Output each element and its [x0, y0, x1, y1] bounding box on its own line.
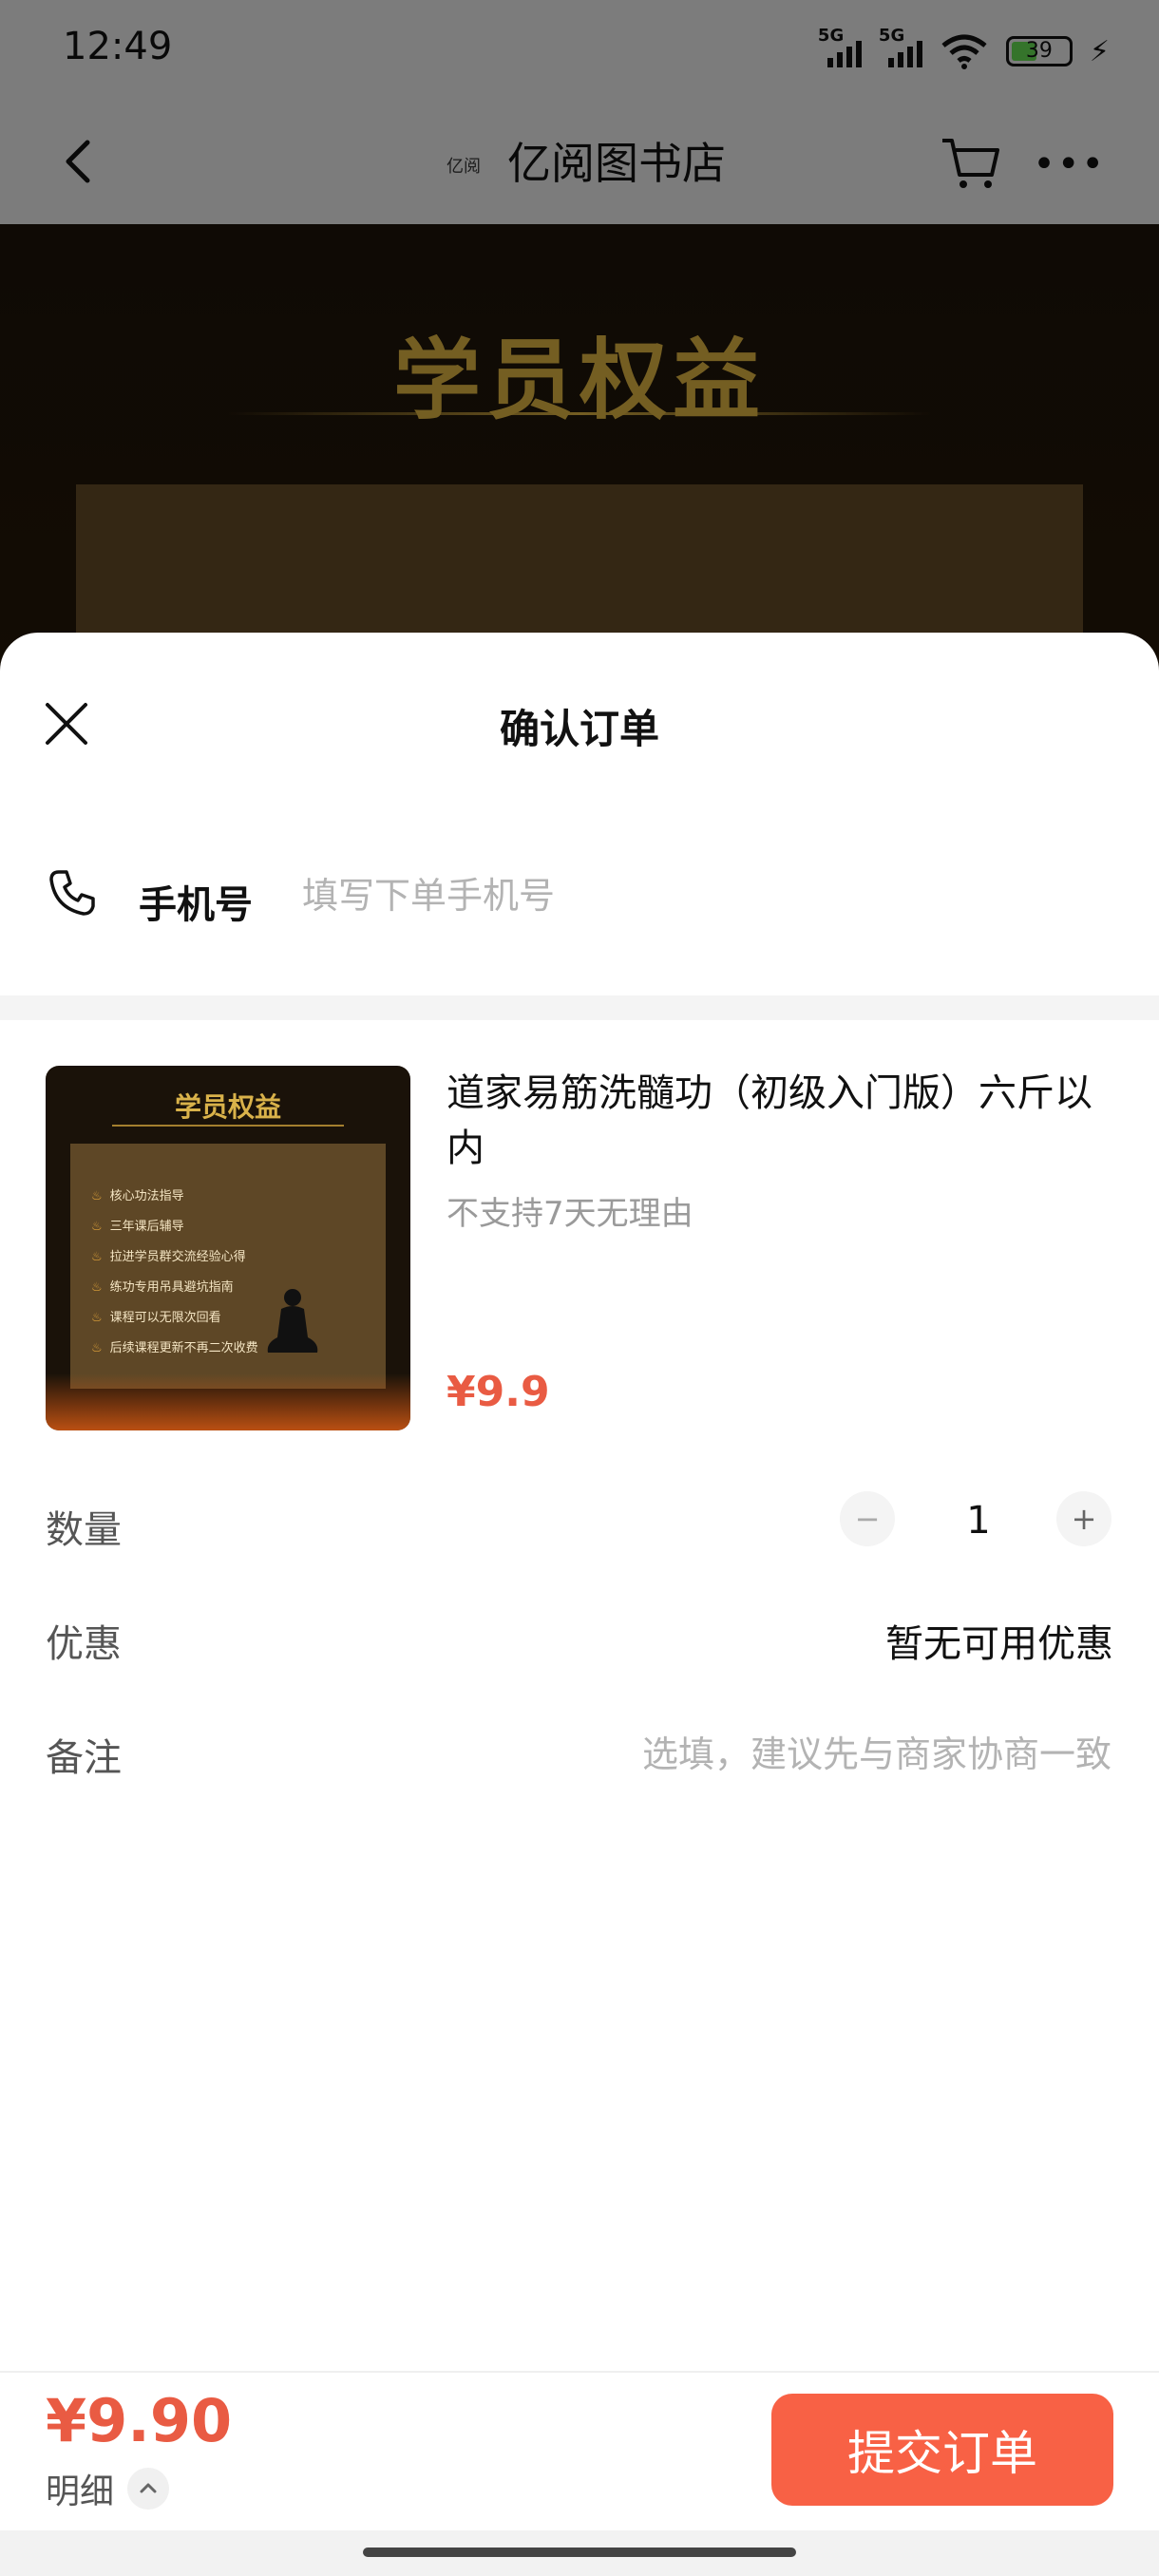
discount-label: 优惠	[46, 1622, 122, 1666]
price-detail-toggle[interactable]: 明细	[46, 2464, 170, 2513]
thumbnail-benefits: ♨ 核心功法指导 ♨ 三年课后辅导 ♨ 拉进学员群交流经验心得 ♨ 练功专用吊具避坑指南…	[91, 1182, 258, 1364]
memo-input[interactable]	[464, 1725, 1113, 1784]
product-price: ¥9.9	[446, 1368, 550, 1416]
discount-row[interactable]: 优惠 暂无可用优惠	[0, 1601, 1159, 1677]
benefit-item: ♨ 拉进学员群交流经验心得	[91, 1250, 246, 1264]
home-indicator[interactable]	[363, 2548, 796, 2557]
discount-value: 暂无可用优惠	[885, 1622, 1113, 1666]
phone-icon	[49, 870, 95, 916]
modal-overlay[interactable]	[0, 0, 1159, 722]
quantity-value: 1	[966, 1499, 991, 1543]
quantity-increase-button[interactable]: +	[1056, 1491, 1112, 1546]
benefit-item: ♨ 三年课后辅导	[91, 1220, 184, 1234]
confirm-order-sheet: 确认订单 手机号 学员权益 ♨核心功法指导 ♨三年课后辅导 ♨拉进学员群交流经验…	[0, 633, 1159, 2576]
product-name[interactable]: 道家易筋洗髓功（初级入门版）六斤以内	[446, 1066, 1112, 1176]
product-item: 学员权益 ♨ 核心功法指导 ♨ 三年课后辅导 ♨ 拉进学员群交流经验心得 ♨ 练功专用吊…	[0, 1066, 1159, 1446]
phone-label: 手机号	[139, 883, 253, 927]
benefit-item: ♨ 练功专用吊具避坑指南	[91, 1280, 234, 1295]
benefit-item: ♨ 课程可以无限次回看	[91, 1311, 221, 1325]
phone-input[interactable]	[300, 866, 1121, 925]
total-price: ¥9.90	[46, 2386, 233, 2455]
thumbnail-fire	[46, 1373, 410, 1430]
quantity-row: 数量 − 1 +	[0, 1487, 1159, 1563]
submit-order-button[interactable]: 提交订单	[771, 2394, 1113, 2506]
section-divider	[0, 995, 1159, 1020]
memo-label: 备注	[46, 1736, 122, 1780]
thumbnail-title: 学员权益	[174, 1091, 281, 1123]
quantity-decrease-button[interactable]: −	[840, 1491, 895, 1546]
sheet-title: 确认订单	[499, 706, 659, 752]
chevron-up-icon	[127, 2468, 170, 2510]
memo-row: 备注	[0, 1715, 1159, 1791]
navigation-bar	[0, 2530, 1159, 2576]
order-footer: ¥9.90 明细 提交订单	[0, 2371, 1159, 2532]
product-return-policy: 不支持7天无理由	[446, 1195, 694, 1233]
product-thumbnail: 学员权益 ♨ 核心功法指导 ♨ 三年课后辅导 ♨ 拉进学员群交流经验心得 ♨ 练功专用吊…	[46, 1066, 410, 1430]
background-page: 12:49 5G 5G 39 ⚡ 亿阅 亿阅图书店 ••• 学员权益	[0, 0, 1159, 722]
benefit-item: ♨ 后续课程更新不再二次收费	[91, 1341, 258, 1355]
phone-row: 手机号	[0, 842, 1159, 946]
benefit-item: ♨ 核心功法指导	[91, 1189, 184, 1203]
quantity-label: 数量	[46, 1508, 122, 1552]
meditation-figure-icon	[267, 1289, 318, 1353]
thumbnail-divider	[112, 1125, 344, 1127]
detail-label: 明细	[46, 2472, 115, 2511]
